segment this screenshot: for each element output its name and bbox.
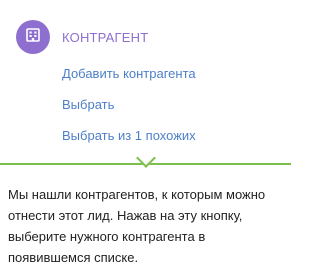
choose-similar-link[interactable]: Выбрать из 1 похожих xyxy=(62,128,196,143)
account-header: КОНТРАГЕНТ xyxy=(16,20,148,54)
account-panel: КОНТРАГЕНТ Добавить контрагента Выбрать … xyxy=(0,0,291,163)
choose-account-link[interactable]: Выбрать xyxy=(62,97,114,112)
add-account-link[interactable]: Добавить контрагента xyxy=(62,66,196,81)
account-avatar xyxy=(16,20,50,54)
account-title: КОНТРАГЕНТ xyxy=(62,29,149,45)
building-icon xyxy=(26,27,40,47)
hint-text: Мы нашли контрагентов, к которым можно о… xyxy=(8,187,266,265)
